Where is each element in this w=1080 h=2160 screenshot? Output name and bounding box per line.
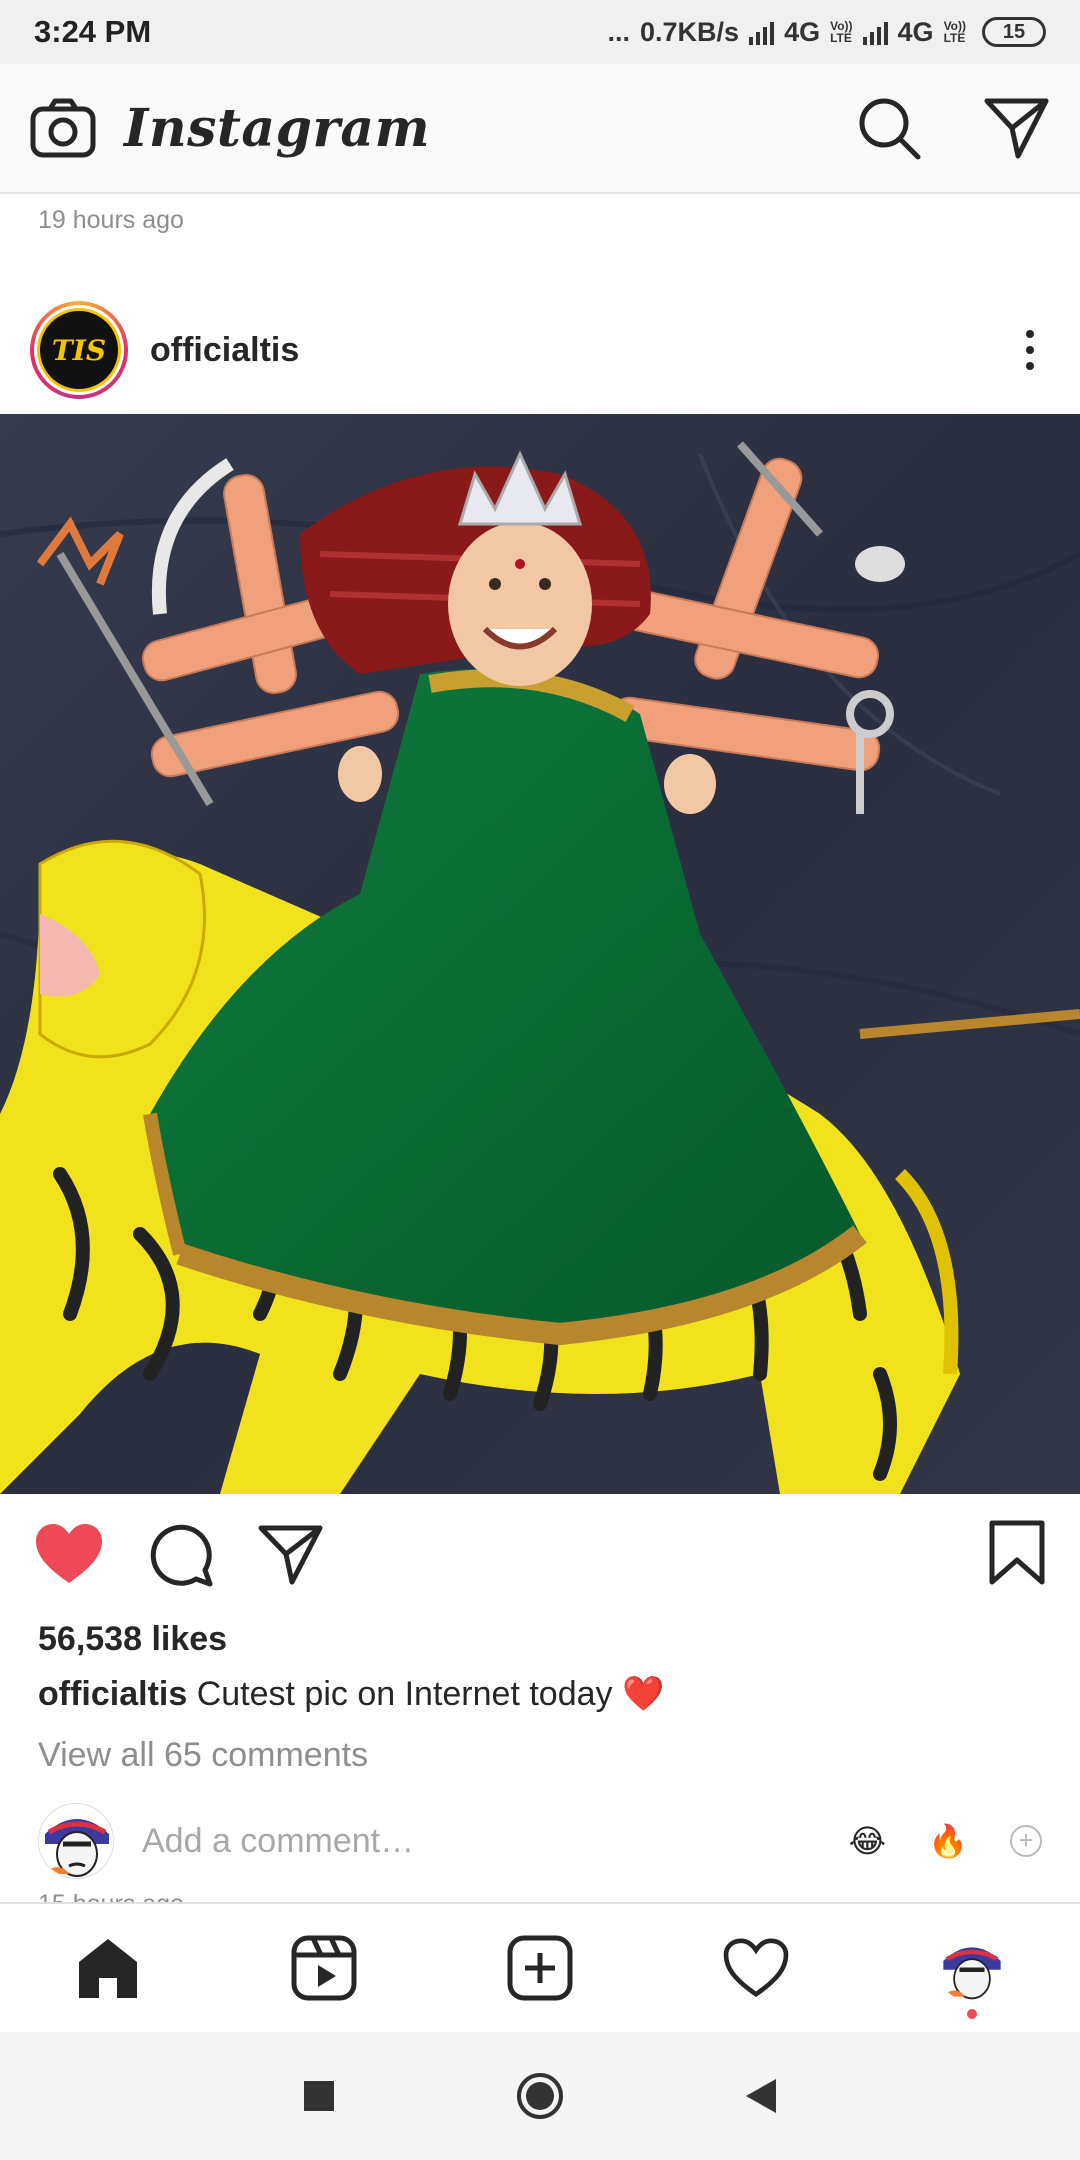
current-user-avatar bbox=[38, 1803, 114, 1879]
home-circle-icon[interactable] bbox=[516, 2072, 564, 2120]
avatar-logo-text: TIS bbox=[37, 308, 121, 392]
status-time: 3:24 PM bbox=[34, 14, 152, 49]
direct-messages-icon[interactable] bbox=[984, 96, 1050, 160]
like-heart-icon[interactable] bbox=[34, 1523, 104, 1587]
more-notifications-dots: ... bbox=[607, 16, 630, 47]
search-icon[interactable] bbox=[856, 95, 922, 161]
recent-apps-icon[interactable] bbox=[302, 2079, 336, 2113]
post-actions bbox=[0, 1510, 1080, 1600]
signal-icon-2 bbox=[862, 19, 888, 45]
post-avatar[interactable]: TIS bbox=[30, 301, 128, 399]
network-speed: 0.7KB/s bbox=[640, 16, 740, 47]
network-type-2: 4G bbox=[897, 16, 934, 47]
caption-text: Cutest pic on Internet today ❤️ bbox=[196, 1675, 665, 1713]
post-username[interactable]: officialtis bbox=[150, 331, 299, 370]
activity-heart-icon[interactable] bbox=[701, 1913, 811, 2023]
home-icon[interactable] bbox=[53, 1913, 163, 2023]
instagram-logo: Instagram bbox=[124, 97, 431, 159]
save-bookmark-icon[interactable] bbox=[988, 1520, 1046, 1586]
reels-icon[interactable] bbox=[269, 1913, 379, 2023]
post-caption: officialtis Cutest pic on Internet today… bbox=[38, 1674, 664, 1714]
status-indicators: ... 0.7KB/s 4G Vo)) LTE 4G Vo)) LTE 15 bbox=[607, 17, 1046, 48]
battery-indicator: 15 bbox=[982, 17, 1046, 47]
laughing-emoji-button[interactable]: 😂 bbox=[849, 1825, 886, 1857]
add-comment-row: Add a comment… 😂 🔥 + bbox=[0, 1796, 1080, 1886]
notification-dot bbox=[967, 2009, 977, 2019]
camera-icon[interactable] bbox=[30, 97, 96, 159]
more-options-icon[interactable] bbox=[1010, 330, 1050, 370]
post-image[interactable] bbox=[0, 414, 1080, 1494]
back-icon[interactable] bbox=[744, 2077, 778, 2115]
status-bar: 3:24 PM ... 0.7KB/s 4G Vo)) LTE 4G Vo)) LT… bbox=[0, 0, 1080, 64]
network-type-1: 4G bbox=[784, 16, 821, 47]
volte-indicator-1: Vo)) LTE bbox=[830, 19, 853, 45]
fire-emoji-button[interactable]: 🔥 bbox=[928, 1825, 968, 1857]
signal-icon bbox=[749, 19, 775, 45]
more-emoji-plus-icon[interactable]: + bbox=[1010, 1825, 1042, 1857]
comment-icon[interactable] bbox=[148, 1522, 214, 1588]
likes-count[interactable]: 56,538 likes bbox=[38, 1620, 227, 1659]
bottom-navigation bbox=[0, 1902, 1080, 2032]
profile-avatar[interactable] bbox=[917, 1913, 1027, 2023]
system-navigation-bar bbox=[0, 2032, 1080, 2160]
app-header: Instagram bbox=[0, 64, 1080, 194]
view-all-comments-link[interactable]: View all 65 comments bbox=[38, 1736, 368, 1775]
add-comment-input[interactable]: Add a comment… bbox=[142, 1822, 414, 1861]
caption-username[interactable]: officialtis bbox=[38, 1675, 187, 1713]
post-header: TIS officialtis bbox=[0, 288, 1080, 412]
share-icon[interactable] bbox=[258, 1524, 324, 1586]
new-post-icon[interactable] bbox=[485, 1913, 595, 2023]
previous-post-timestamp: 19 hours ago bbox=[38, 206, 184, 234]
volte-indicator-2: Vo)) LTE bbox=[943, 19, 966, 45]
